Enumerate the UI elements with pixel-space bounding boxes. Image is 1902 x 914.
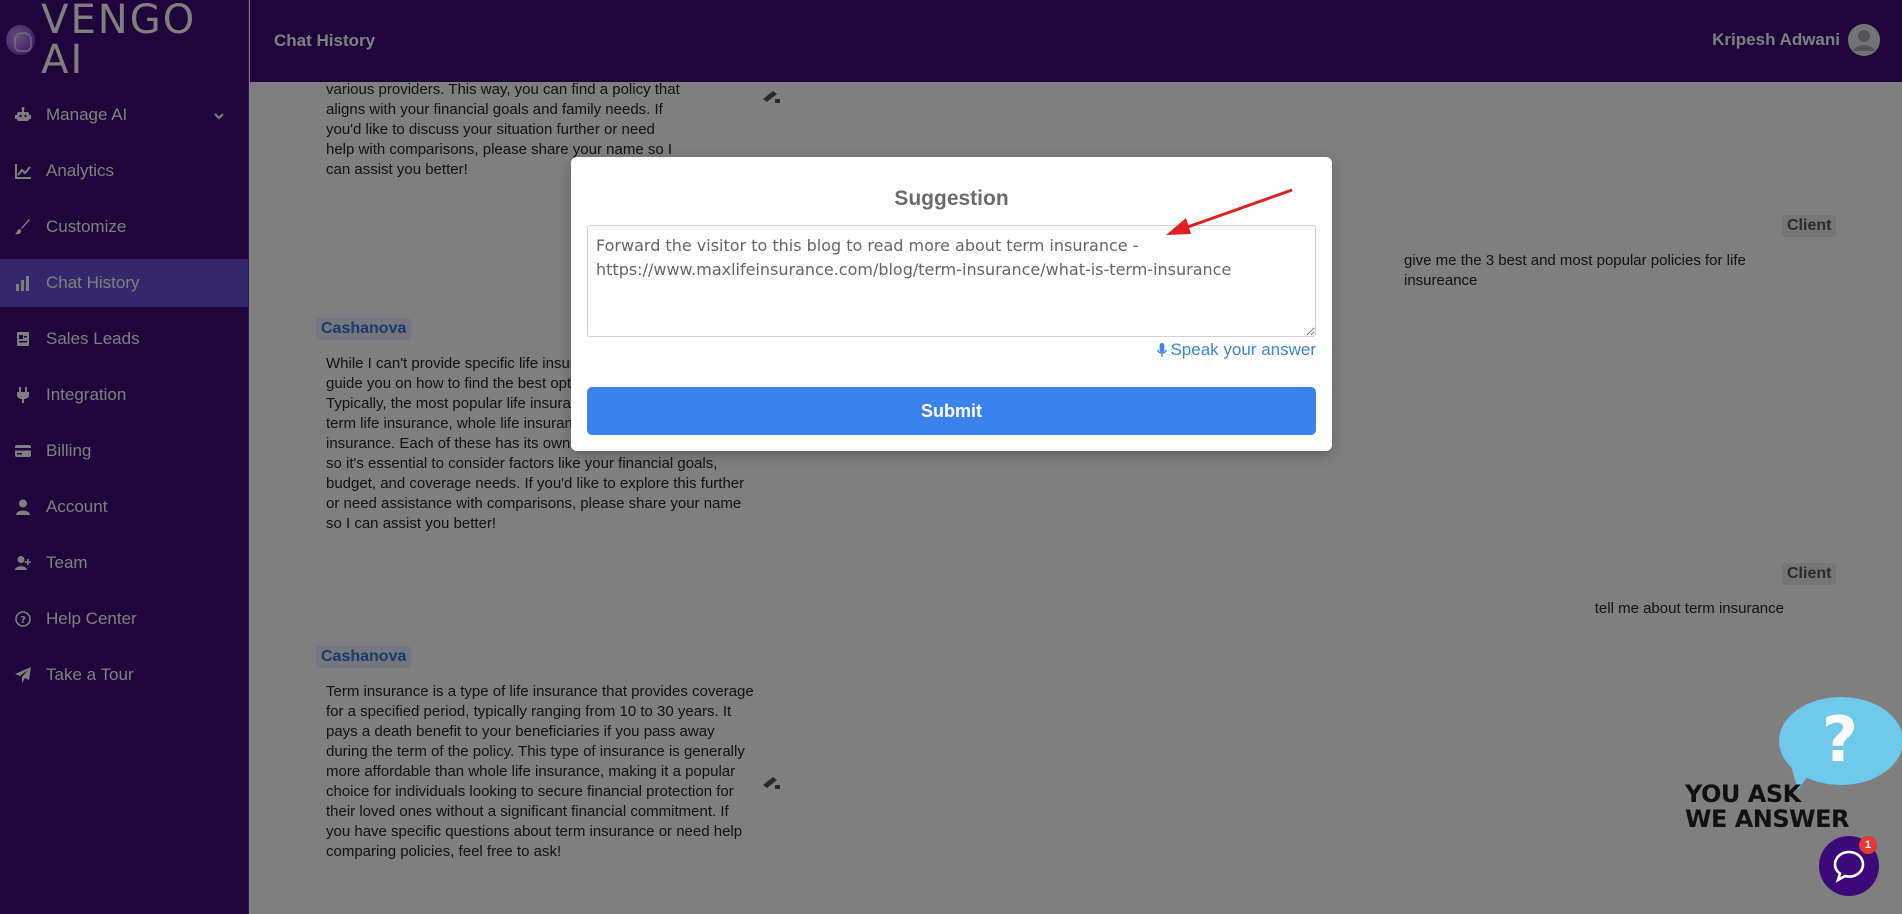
- ask-line-2: WE ANSWER: [1685, 805, 1850, 833]
- ask-line-1: YOU ASK: [1685, 780, 1801, 808]
- ask-widget-text: YOU ASK WE ANSWER: [1685, 780, 1850, 833]
- speak-answer-label: Speak your answer: [1170, 340, 1316, 359]
- microphone-icon: [1157, 342, 1168, 357]
- chat-bubble-icon: [1833, 850, 1865, 883]
- speak-answer-link[interactable]: Speak your answer: [1157, 340, 1316, 360]
- ask-widget[interactable]: ? YOU ASK WE ANSWER: [1682, 697, 1902, 837]
- question-mark: ?: [1822, 703, 1858, 776]
- suggestion-textarea[interactable]: Forward the visitor to this blog to read…: [587, 225, 1316, 337]
- annotation-arrow-icon: [1166, 188, 1293, 235]
- submit-button[interactable]: Submit: [587, 387, 1316, 435]
- modal-backdrop[interactable]: [0, 0, 1902, 914]
- notification-badge: 1: [1859, 836, 1877, 854]
